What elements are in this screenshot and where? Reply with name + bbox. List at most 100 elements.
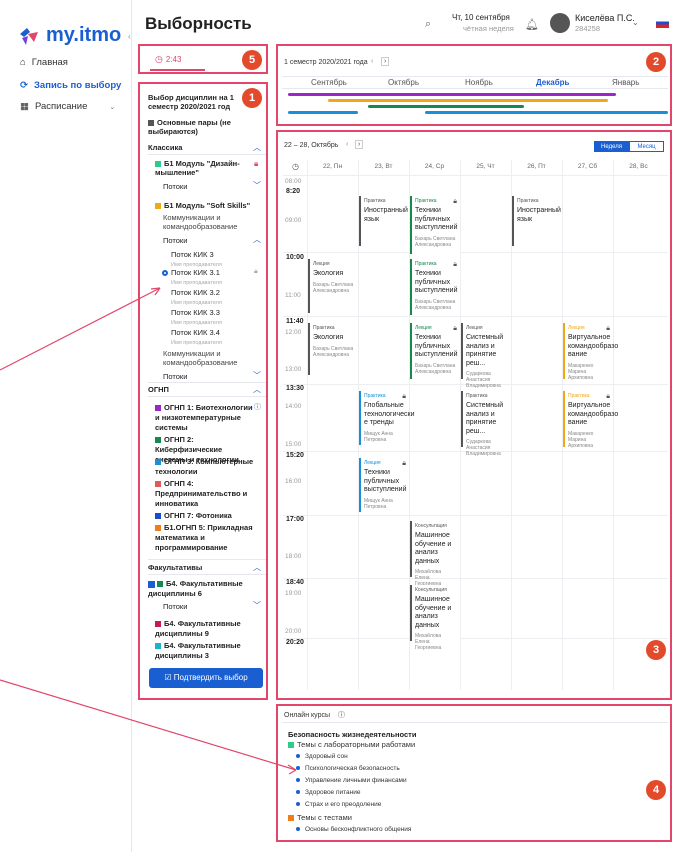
time-label: 09:00 bbox=[285, 217, 302, 224]
day-header: 22, Пн bbox=[322, 163, 343, 170]
ognp-item[interactable]: ОГНП 3: Компьютерные технологии bbox=[155, 457, 255, 477]
lock-icon: 🔒︎ bbox=[453, 325, 457, 332]
marker-3: 3 bbox=[646, 640, 666, 660]
streams-toggle-2[interactable]: Потоки bbox=[163, 236, 187, 245]
info-icon: ⓘ bbox=[337, 712, 345, 719]
marker-4: 4 bbox=[646, 780, 666, 800]
ognp-item[interactable]: ОГНП 7: Фотоника bbox=[155, 511, 255, 521]
comm-course-1[interactable]: Коммуникации и командообразование bbox=[163, 213, 253, 231]
comm-course-2[interactable]: Коммуникации и командообразование bbox=[163, 349, 253, 367]
info-icon[interactable]: ⓘ bbox=[254, 402, 261, 412]
clock-icon: ◷ bbox=[155, 54, 163, 64]
view-month-button[interactable]: Месяц bbox=[629, 141, 664, 152]
logo[interactable]: my.itmo bbox=[18, 24, 121, 47]
lock-icon: 🔒︎ bbox=[606, 325, 610, 332]
streams-toggle-3[interactable]: Потоки bbox=[163, 372, 187, 381]
lesson-card[interactable]: Практика Экология Бахарь Светлана Александ… bbox=[308, 323, 358, 375]
time-label: 16:00 bbox=[285, 478, 302, 485]
lesson-card[interactable]: Консультация Машинное обучение и анализ д… bbox=[410, 521, 460, 587]
clock-icon: ◷ bbox=[292, 162, 299, 171]
view-week-button[interactable]: Неделя bbox=[594, 141, 629, 152]
topic-item[interactable]: Основы бесконфликтного общения bbox=[296, 826, 411, 833]
stream-option[interactable]: Поток КИК 3.2 Имя преподавателя bbox=[171, 288, 222, 306]
ognp-item[interactable]: ОГНП 1: Биотехнологии и низкотемпературн… bbox=[155, 403, 253, 433]
lesson-card[interactable]: 🔒︎ Практика Техники публичных выступлений… bbox=[410, 259, 460, 315]
checkbox-checked-icon bbox=[148, 580, 155, 588]
topic-item[interactable]: Здоровое питание bbox=[296, 789, 361, 796]
topic-item[interactable]: Управление личными финансами bbox=[296, 777, 407, 784]
lesson-card[interactable]: Практика Иностранный язык bbox=[512, 196, 562, 246]
chevron-down-icon[interactable]: ﹀ bbox=[253, 600, 261, 611]
lock-icon: 🔒︎ bbox=[453, 198, 457, 205]
nav-item-schedule[interactable]: ▦ Расписание ⌄ bbox=[20, 101, 115, 112]
language-flag-icon[interactable] bbox=[656, 18, 669, 28]
stream-option[interactable]: Поток КИК 3 Имя преподавателя bbox=[171, 250, 222, 268]
month-label: Январь bbox=[612, 78, 640, 87]
lock-icon: 🔒︎ bbox=[254, 268, 258, 275]
elective-item-checked[interactable]: Б4. Факультативные дисциплины 6 bbox=[148, 579, 253, 599]
online-courses-label: Онлайн курсы ⓘ bbox=[284, 712, 345, 719]
chevron-up-icon[interactable]: ︿ bbox=[253, 384, 261, 395]
module-soft-skills[interactable]: Б1 Модуль "Soft Skills" bbox=[155, 201, 250, 210]
lesson-card[interactable]: Лекция Экология Бахарь Светлана Александро… bbox=[308, 259, 358, 313]
lock-icon: 🔒︎ bbox=[402, 460, 406, 467]
chevron-down-icon[interactable]: ﹀ bbox=[253, 180, 261, 191]
time-label: 15:00 bbox=[285, 441, 302, 448]
nav-item-home[interactable]: ⌂ Главная bbox=[20, 57, 68, 68]
ognp-item[interactable]: ОГНП 4: Предпринимательство и инноватика bbox=[155, 479, 255, 509]
check-icon: ☑ bbox=[164, 673, 174, 682]
topic-item[interactable]: Страх и его преодоление bbox=[296, 801, 381, 808]
stream-option[interactable]: Поток КИК 3.4 Имя преподавателя bbox=[171, 328, 222, 346]
chevron-down-icon[interactable]: ⌄ bbox=[632, 18, 639, 27]
course-title[interactable]: Безопасность жизнедеятельности bbox=[288, 730, 416, 739]
time-label-bold: 18:40 bbox=[286, 579, 304, 586]
prev-icon[interactable]: ‹ bbox=[371, 58, 373, 65]
itmo-logo-icon bbox=[20, 27, 38, 45]
section-classic[interactable]: Классика bbox=[148, 143, 182, 152]
section-electives[interactable]: Факультативы bbox=[148, 563, 202, 572]
search-icon[interactable]: ⌕ bbox=[425, 18, 431, 31]
lesson-card[interactable]: Практика Иностранный язык bbox=[359, 196, 409, 246]
topic-group-tests[interactable]: Темы с тестами bbox=[288, 813, 352, 822]
lesson-card[interactable]: 🔒︎ Лекция Техники публичных выступлений Ба… bbox=[410, 323, 460, 379]
module-design-thinking[interactable]: Б1 Модуль "Дизайн-мышление" bbox=[155, 159, 250, 177]
sidebar: my.itmo ‹ ⌂ Главная ⟳ Запись по выбору ▦ Ра… bbox=[0, 0, 132, 852]
lesson-card[interactable]: 🔒︎ Практика Виртуальное командообразо ван… bbox=[563, 391, 618, 449]
elective-item[interactable]: Б4. Факультативные дисциплины 3 bbox=[155, 641, 255, 661]
chevron-down-icon[interactable]: ﹀ bbox=[253, 370, 261, 381]
bell-icon[interactable]: 🔔︎ bbox=[525, 18, 539, 31]
lesson-card[interactable]: 🔒︎ Лекция Техники публичных выступлений Ми… bbox=[359, 458, 409, 512]
elective-item[interactable]: Б4. Факультативные дисциплины 9 bbox=[155, 619, 255, 639]
streams-toggle-4[interactable]: Потоки bbox=[163, 602, 187, 611]
day-header: 25, Чт bbox=[476, 163, 495, 170]
day-header: 26, Пт bbox=[527, 163, 546, 170]
streams-toggle[interactable]: Потоки bbox=[163, 182, 187, 191]
collapse-sidebar-icon[interactable]: ‹ bbox=[128, 32, 131, 41]
topic-item[interactable]: Здоровый сон bbox=[296, 753, 348, 760]
ognp-item[interactable]: Б1.ОГНП 5: Прикладная математика и прогр… bbox=[155, 523, 255, 553]
lesson-card[interactable]: Лекция Системный анализ и принятие реш...… bbox=[461, 323, 511, 389]
lesson-card[interactable]: Консультация Машинное обучение и анализ д… bbox=[410, 585, 460, 651]
section-ognp[interactable]: ОГНП bbox=[148, 385, 169, 394]
nav-item-elective[interactable]: ⟳ Запись по выбору bbox=[20, 80, 121, 91]
lock-icon: 🔒︎ bbox=[606, 393, 610, 400]
stream-option-selected[interactable]: Поток КИК 3.1 Имя преподавателя bbox=[162, 268, 222, 286]
lesson-card[interactable]: 🔒︎ Лекция Виртуальное командообразо вание… bbox=[563, 323, 618, 381]
topic-item[interactable]: Психологическая безопасность bbox=[296, 765, 400, 772]
confirm-button[interactable]: ☑ Подтвердить выбор bbox=[149, 668, 263, 688]
day-header: 28, Вс bbox=[629, 163, 648, 170]
avatar[interactable] bbox=[550, 13, 570, 33]
next-icon[interactable]: › bbox=[381, 57, 390, 66]
next-week-icon[interactable]: › bbox=[355, 140, 364, 149]
lesson-card[interactable]: 🔒︎ Практика Глобальные технологически е т… bbox=[359, 391, 415, 445]
chevron-up-icon[interactable]: ︿ bbox=[253, 234, 261, 245]
lesson-card[interactable]: Практика Системный анализ и принятие реш.… bbox=[461, 391, 511, 457]
stream-option[interactable]: Поток КИК 3.3 Имя преподавателя bbox=[171, 308, 222, 326]
week-parity: чётная неделя bbox=[463, 24, 514, 33]
chevron-up-icon[interactable]: ︿ bbox=[253, 142, 261, 153]
chevron-up-icon[interactable]: ︿ bbox=[253, 562, 261, 573]
panel-title: Выбор дисциплин на 1 семестр 2020/2021 г… bbox=[148, 93, 234, 111]
lesson-card[interactable]: 🔒︎ Практика Техники публичных выступлений… bbox=[410, 196, 460, 254]
topic-group-labs[interactable]: Темы с лабораторными работами bbox=[288, 740, 415, 749]
prev-week-icon[interactable]: ‹ bbox=[346, 141, 348, 148]
